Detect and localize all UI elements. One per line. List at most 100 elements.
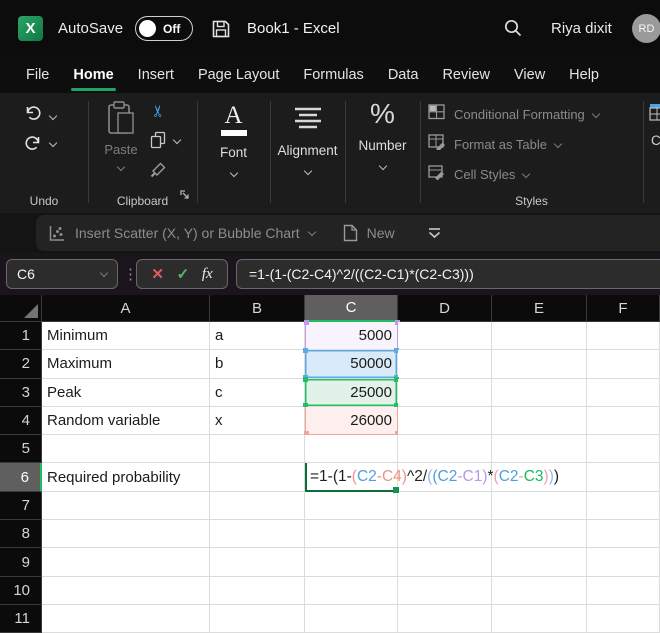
row-header-11[interactable]: 11 <box>0 604 42 633</box>
cell-D1[interactable] <box>398 322 492 351</box>
cell-C5[interactable] <box>305 435 398 464</box>
paste-button[interactable]: Paste <box>98 101 144 175</box>
row-header-7[interactable]: 7 <box>0 491 42 521</box>
copy-dropdown-icon[interactable] <box>172 135 182 145</box>
cell-F1[interactable] <box>587 322 660 351</box>
cell-D11[interactable] <box>398 604 492 633</box>
cell-A10[interactable] <box>42 576 210 605</box>
undo-icon[interactable] <box>24 105 42 126</box>
cell-F3[interactable] <box>587 378 660 407</box>
cell-E10[interactable] <box>492 576 587 605</box>
cell-F7[interactable] <box>587 491 660 521</box>
cell-A11[interactable] <box>42 604 210 633</box>
search-icon[interactable] <box>503 18 523 43</box>
cell-D7[interactable] <box>398 491 492 521</box>
column-header-E[interactable]: E <box>492 295 587 322</box>
menu-help[interactable]: Help <box>569 67 599 83</box>
cell-C6[interactable]: =1-(1-(C2-C4)^2/((C2-C1)*(C2-C3))) <box>305 463 559 494</box>
cell-F5[interactable] <box>587 435 660 464</box>
redo-icon[interactable] <box>24 135 42 151</box>
cell-A5[interactable] <box>42 435 210 464</box>
cell-F6[interactable] <box>587 463 660 492</box>
cell-E3[interactable] <box>492 378 587 407</box>
cell-B4[interactable]: x <box>210 406 305 436</box>
row-header-3[interactable]: 3 <box>0 378 42 407</box>
cell-styles-button[interactable]: Cell Styles <box>428 163 531 185</box>
cell-C9[interactable] <box>305 548 398 577</box>
conditional-formatting-button[interactable]: Conditional Formatting <box>428 103 601 125</box>
autosave-toggle[interactable]: Off <box>135 16 194 41</box>
save-icon[interactable] <box>211 19 231 39</box>
cell-A7[interactable] <box>42 491 210 521</box>
cell-B2[interactable]: b <box>210 350 305 379</box>
cell-F10[interactable] <box>587 576 660 605</box>
insert-function-icon[interactable]: fx <box>202 266 213 283</box>
cell-C8[interactable] <box>305 520 398 549</box>
menu-insert[interactable]: Insert <box>138 67 174 83</box>
cell-A3[interactable]: Peak <box>42 378 210 407</box>
font-expand-icon[interactable] <box>229 168 238 178</box>
cell-B3[interactable]: c <box>210 378 305 407</box>
row-header-9[interactable]: 9 <box>0 548 42 577</box>
cell-D2[interactable] <box>398 350 492 379</box>
cell-E11[interactable] <box>492 604 587 633</box>
cell-B1[interactable]: a <box>210 322 305 351</box>
row-header-5[interactable]: 5 <box>0 435 42 464</box>
row-header-1[interactable]: 1 <box>0 322 42 351</box>
ribbon-group-number[interactable]: % Number <box>345 93 420 213</box>
cell-D9[interactable] <box>398 548 492 577</box>
enter-icon[interactable]: ✓ <box>177 265 190 283</box>
cut-icon[interactable]: ✂ <box>149 104 169 117</box>
cell-A1[interactable]: Minimum <box>42 322 210 351</box>
cell-B11[interactable] <box>210 604 305 633</box>
cell-C7[interactable] <box>305 491 398 521</box>
paste-dropdown-icon[interactable] <box>116 162 126 172</box>
user-name[interactable]: Riya dixit <box>551 20 612 37</box>
cell-D5[interactable] <box>398 435 492 464</box>
cell-E5[interactable] <box>492 435 587 464</box>
column-header-B[interactable]: B <box>210 295 305 322</box>
name-box-dropdown-icon[interactable] <box>99 268 109 277</box>
copy-icon[interactable] <box>150 131 167 154</box>
row-header-4[interactable]: 4 <box>0 406 42 436</box>
cell-E1[interactable] <box>492 322 587 351</box>
number-expand-icon[interactable] <box>378 161 387 171</box>
cell-A9[interactable] <box>42 548 210 577</box>
redo-dropdown-icon[interactable] <box>48 138 58 148</box>
menu-file[interactable]: File <box>26 67 49 83</box>
cell-A6[interactable]: Required probability <box>42 463 210 492</box>
cell-C11[interactable] <box>305 604 398 633</box>
column-header-F[interactable]: F <box>587 295 660 322</box>
row-header-10[interactable]: 10 <box>0 576 42 605</box>
row-header-6[interactable]: 6 <box>0 463 42 492</box>
insert-scatter-chart-button[interactable]: Insert Scatter (X, Y) or Bubble Chart <box>75 225 300 241</box>
row-header-8[interactable]: 8 <box>0 520 42 549</box>
cell-F11[interactable] <box>587 604 660 633</box>
cell-D3[interactable] <box>398 378 492 407</box>
cell-E2[interactable] <box>492 350 587 379</box>
ribbon-group-font[interactable]: A Font <box>197 93 270 213</box>
cell-B9[interactable] <box>210 548 305 577</box>
select-all-corner[interactable] <box>0 295 42 322</box>
cell-E8[interactable] <box>492 520 587 549</box>
cell-B10[interactable] <box>210 576 305 605</box>
menu-data[interactable]: Data <box>388 67 419 83</box>
cell-C2[interactable]: 50000 <box>303 348 398 380</box>
ribbon-group-alignment[interactable]: Alignment <box>270 93 345 213</box>
cell-C1[interactable]: 5000 <box>304 319 398 351</box>
name-box[interactable]: C6 <box>6 259 118 289</box>
cell-E4[interactable] <box>492 406 587 436</box>
cell-F2[interactable] <box>587 350 660 379</box>
cell-F8[interactable] <box>587 520 660 549</box>
cell-D8[interactable] <box>398 520 492 549</box>
cell-A2[interactable]: Maximum <box>42 350 210 379</box>
formula-input[interactable]: =1-(1-(C2-C4)^2/((C2-C1)*(C2-C3))) <box>236 259 660 289</box>
cell-C4[interactable]: 26000 <box>304 406 398 437</box>
cell-B8[interactable] <box>210 520 305 549</box>
menu-review[interactable]: Review <box>442 67 490 83</box>
cell-B6[interactable] <box>210 463 305 492</box>
column-header-C[interactable]: C <box>305 295 398 322</box>
menu-formulas[interactable]: Formulas <box>303 67 363 83</box>
cell-B5[interactable] <box>210 435 305 464</box>
new-button[interactable]: New <box>367 225 395 241</box>
